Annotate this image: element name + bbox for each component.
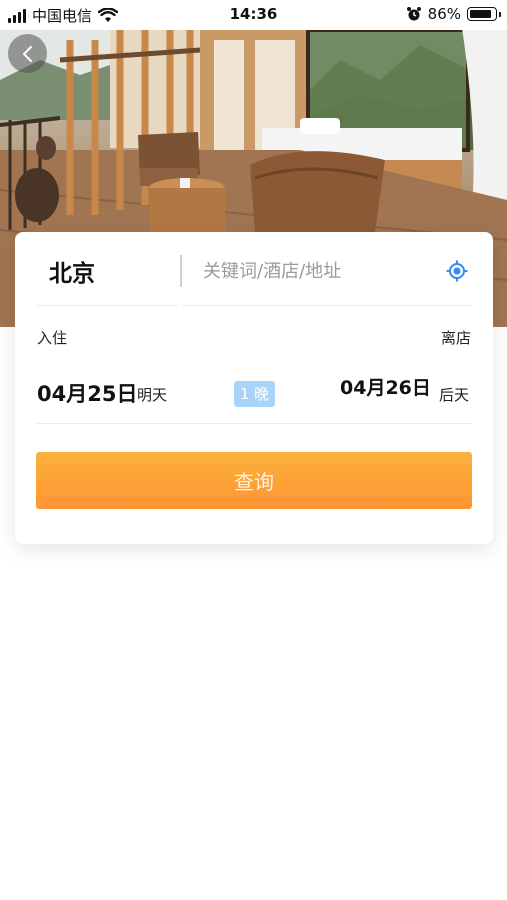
alarm-icon [406, 7, 421, 21]
city-selector[interactable]: 北京 [49, 254, 95, 288]
chevron-left-icon [22, 45, 32, 62]
status-bar: 中国电信 14:36 86% [0, 0, 507, 30]
battery-icon [467, 7, 501, 21]
nights-badge: 1 晚 [234, 381, 275, 407]
checkout-date[interactable]: 04月26日 [340, 373, 431, 400]
city-divider [37, 305, 179, 306]
query-button[interactable]: 查询 [36, 452, 472, 509]
checkin-date[interactable]: 04月25日 [37, 378, 137, 408]
back-button[interactable] [8, 34, 47, 73]
status-right: 86% [406, 5, 501, 23]
vertical-divider [180, 255, 182, 287]
keyword-search-input[interactable] [203, 258, 433, 284]
date-divider [37, 423, 472, 424]
checkout-day: 后天 [439, 386, 470, 404]
locate-icon[interactable] [446, 260, 468, 282]
search-divider [183, 305, 472, 306]
checkin-label: 入住 [37, 329, 68, 347]
battery-percent: 86% [427, 5, 461, 23]
battery-fill [470, 10, 491, 18]
checkin-day: 明天 [137, 386, 168, 404]
checkout-label: 离店 [440, 329, 471, 347]
hotel-search-card: 北京 入住 离店 04月25日 明天 1 晚 04月26日 后天 查询 [15, 232, 493, 544]
